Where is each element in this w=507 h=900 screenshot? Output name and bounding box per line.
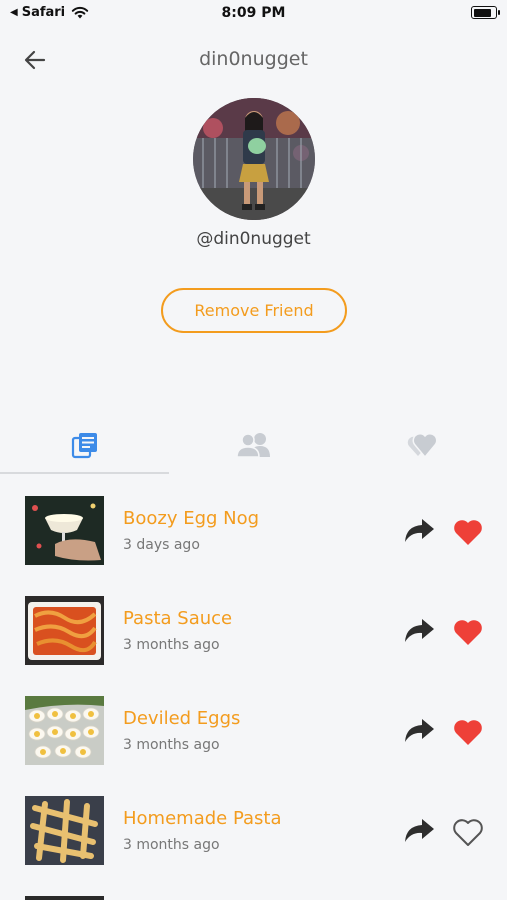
page-title: din0nugget xyxy=(199,48,308,70)
share-button[interactable] xyxy=(402,516,436,546)
username: @din0nugget xyxy=(196,229,311,249)
heart-icon xyxy=(454,620,482,645)
recipe-title[interactable]: Deviled Eggs xyxy=(123,708,240,729)
share-arrow-icon xyxy=(405,619,434,642)
like-button[interactable] xyxy=(451,717,485,747)
tab-liked[interactable] xyxy=(338,420,507,470)
heart-icon xyxy=(454,520,482,545)
share-button[interactable] xyxy=(402,816,436,846)
recipe-time: 3 months ago xyxy=(123,637,220,653)
share-arrow-icon xyxy=(405,519,434,542)
battery-fill xyxy=(473,8,491,17)
like-button[interactable] xyxy=(451,617,485,647)
share-button[interactable] xyxy=(402,716,436,746)
recipe-title[interactable]: Homemade Pasta xyxy=(123,808,281,829)
like-button[interactable] xyxy=(451,817,485,847)
avatar-photo xyxy=(193,98,315,220)
tab-friends[interactable] xyxy=(169,420,338,470)
hearts-icon xyxy=(407,433,437,459)
share-arrow-icon xyxy=(405,819,434,842)
recipe-time: 3 months ago xyxy=(123,737,220,753)
avatar xyxy=(193,98,315,220)
recipe-thumbnail[interactable] xyxy=(25,696,104,765)
share-arrow-icon xyxy=(405,719,434,742)
status-bar: ◀ Safari 8:09 PM xyxy=(0,0,507,28)
recipe-title[interactable]: Pasta Sauce xyxy=(123,608,232,629)
recipe-thumbnail-partial[interactable] xyxy=(25,896,104,900)
tab-recipes[interactable] xyxy=(0,420,169,470)
share-button[interactable] xyxy=(402,616,436,646)
recipe-thumbnail[interactable] xyxy=(25,496,104,565)
profile-tabs xyxy=(0,420,507,474)
recipe-title[interactable]: Boozy Egg Nog xyxy=(123,508,259,529)
list-item[interactable]: Pasta Sauce 3 months ago xyxy=(0,596,507,666)
like-button[interactable] xyxy=(451,517,485,547)
battery-icon xyxy=(471,6,500,19)
recipe-list-icon xyxy=(71,433,97,459)
heart-outline-icon xyxy=(453,819,483,846)
list-item[interactable]: Homemade Pasta 3 months ago xyxy=(0,796,507,866)
list-item[interactable]: Deviled Eggs 3 months ago xyxy=(0,696,507,766)
heart-icon xyxy=(454,720,482,745)
remove-friend-button[interactable]: Remove Friend xyxy=(161,288,347,333)
recipe-time: 3 months ago xyxy=(123,837,220,853)
users-icon xyxy=(235,433,270,458)
list-item[interactable]: Boozy Egg Nog 3 days ago xyxy=(0,496,507,566)
recipe-thumbnail[interactable] xyxy=(25,796,104,865)
active-tab-underline xyxy=(0,472,169,474)
status-time: 8:09 PM xyxy=(221,5,286,21)
recipe-time: 3 days ago xyxy=(123,537,200,553)
recipe-thumbnail[interactable] xyxy=(25,596,104,665)
